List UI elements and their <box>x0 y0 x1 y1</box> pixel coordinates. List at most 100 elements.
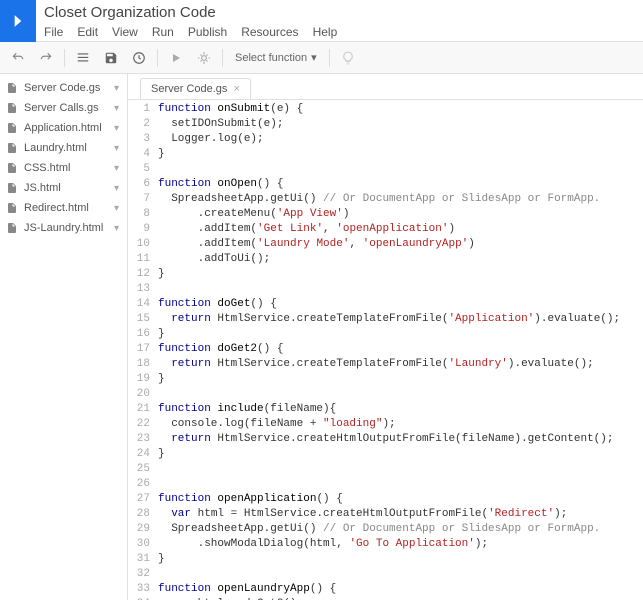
line-number: 33 <box>128 582 158 597</box>
code-line[interactable]: 7 SpreadsheetApp.getUi() // Or DocumentA… <box>128 192 643 207</box>
code-line[interactable]: 8 .createMenu('App View') <box>128 207 643 222</box>
close-icon[interactable]: × <box>233 83 239 95</box>
code-text[interactable]: SpreadsheetApp.getUi() // Or DocumentApp… <box>158 522 600 537</box>
code-text[interactable]: var html = HtmlService.createHtmlOutputF… <box>158 507 567 522</box>
code-line[interactable]: 22 console.log(fileName + "loading"); <box>128 417 643 432</box>
menu-edit[interactable]: Edit <box>77 25 98 39</box>
code-line[interactable]: 4} <box>128 147 643 162</box>
code-text[interactable]: function doGet() { <box>158 297 277 312</box>
menu-publish[interactable]: Publish <box>188 25 227 39</box>
code-line[interactable]: 30 .showModalDialog(html, 'Go To Applica… <box>128 537 643 552</box>
code-text[interactable]: } <box>158 447 165 462</box>
file-menu-icon[interactable]: ▾ <box>112 83 121 94</box>
file-item[interactable]: Redirect.html▾ <box>0 198 127 218</box>
code-line[interactable]: 3 Logger.log(e); <box>128 132 643 147</box>
file-item[interactable]: CSS.html▾ <box>0 158 127 178</box>
menu-resources[interactable]: Resources <box>241 25 298 39</box>
file-item[interactable]: Server Calls.gs▾ <box>0 98 127 118</box>
code-text[interactable]: function doGet2() { <box>158 342 283 357</box>
code-text[interactable]: .addItem('Get Link', 'openApplication') <box>158 222 455 237</box>
select-function-dropdown[interactable]: Select function ▾ <box>229 51 323 64</box>
code-text[interactable]: function openApplication() { <box>158 492 343 507</box>
code-line[interactable]: 5 <box>128 162 643 177</box>
file-item[interactable]: JS.html▾ <box>0 178 127 198</box>
menu-view[interactable]: View <box>112 25 138 39</box>
code-text[interactable]: } <box>158 552 165 567</box>
code-line[interactable]: 14function doGet() { <box>128 297 643 312</box>
apps-script-logo[interactable] <box>0 0 36 42</box>
code-line[interactable]: 17function doGet2() { <box>128 342 643 357</box>
code-text[interactable]: return HtmlService.createHtmlOutputFromF… <box>158 432 613 447</box>
code-line[interactable]: 24} <box>128 447 643 462</box>
code-line[interactable]: 12} <box>128 267 643 282</box>
code-line[interactable]: 9 .addItem('Get Link', 'openApplication'… <box>128 222 643 237</box>
code-line[interactable]: 32 <box>128 567 643 582</box>
code-line[interactable]: 25 <box>128 462 643 477</box>
code-line[interactable]: 1function onSubmit(e) { <box>128 102 643 117</box>
code-text[interactable]: .createMenu('App View') <box>158 207 349 222</box>
tab-server-code[interactable]: Server Code.gs × <box>140 78 251 99</box>
code-text[interactable]: return HtmlService.createTemplateFromFil… <box>158 357 594 372</box>
line-number: 17 <box>128 342 158 357</box>
code-text[interactable]: .showModalDialog(html, 'Go To Applicatio… <box>158 537 488 552</box>
menu-run[interactable]: Run <box>152 25 174 39</box>
file-item[interactable]: Server Code.gs▾ <box>0 78 127 98</box>
code-line[interactable]: 23 return HtmlService.createHtmlOutputFr… <box>128 432 643 447</box>
code-text[interactable]: SpreadsheetApp.getUi() // Or DocumentApp… <box>158 192 600 207</box>
code-line[interactable]: 31} <box>128 552 643 567</box>
file-menu-icon[interactable]: ▾ <box>112 143 121 154</box>
file-menu-icon[interactable]: ▾ <box>112 103 121 114</box>
code-text[interactable]: .addToUi(); <box>158 252 270 267</box>
code-line[interactable]: 29 SpreadsheetApp.getUi() // Or Document… <box>128 522 643 537</box>
code-line[interactable]: 15 return HtmlService.createTemplateFrom… <box>128 312 643 327</box>
code-line[interactable]: 10 .addItem('Laundry Mode', 'openLaundry… <box>128 237 643 252</box>
code-line[interactable]: 26 <box>128 477 643 492</box>
code-text[interactable]: function include(fileName){ <box>158 402 336 417</box>
code-line[interactable]: 27function openApplication() { <box>128 492 643 507</box>
menu-file[interactable]: File <box>44 25 63 39</box>
code-line[interactable]: 20 <box>128 387 643 402</box>
file-item[interactable]: JS-Laundry.html▾ <box>0 218 127 238</box>
code-text[interactable]: Logger.log(e); <box>158 132 264 147</box>
code-line[interactable]: 33function openLaundryApp() { <box>128 582 643 597</box>
code-line[interactable]: 28 var html = HtmlService.createHtmlOutp… <box>128 507 643 522</box>
run-button[interactable] <box>164 46 188 70</box>
indent-button[interactable] <box>71 46 95 70</box>
code-text[interactable]: } <box>158 267 165 282</box>
menu-help[interactable]: Help <box>313 25 338 39</box>
file-menu-icon[interactable]: ▾ <box>112 203 121 214</box>
code-text[interactable]: function onOpen() { <box>158 177 283 192</box>
line-number: 30 <box>128 537 158 552</box>
code-text[interactable]: function openLaundryApp() { <box>158 582 336 597</box>
project-title[interactable]: Closet Organization Code <box>44 4 643 21</box>
code-line[interactable]: 6function onOpen() { <box>128 177 643 192</box>
code-text[interactable]: function onSubmit(e) { <box>158 102 303 117</box>
file-item[interactable]: Laundry.html▾ <box>0 138 127 158</box>
code-line[interactable]: 2 setIDOnSubmit(e); <box>128 117 643 132</box>
file-item[interactable]: Application.html▾ <box>0 118 127 138</box>
redo-button[interactable] <box>34 46 58 70</box>
file-menu-icon[interactable]: ▾ <box>112 183 121 194</box>
clock-button[interactable] <box>127 46 151 70</box>
code-line[interactable]: 18 return HtmlService.createTemplateFrom… <box>128 357 643 372</box>
code-line[interactable]: 11 .addToUi(); <box>128 252 643 267</box>
code-line[interactable]: 21function include(fileName){ <box>128 402 643 417</box>
file-menu-icon[interactable]: ▾ <box>112 123 121 134</box>
code-text[interactable]: return HtmlService.createTemplateFromFil… <box>158 312 620 327</box>
debug-button[interactable] <box>192 46 216 70</box>
code-text[interactable]: setIDOnSubmit(e); <box>158 117 283 132</box>
lightbulb-button[interactable] <box>336 46 360 70</box>
code-text[interactable]: } <box>158 327 165 342</box>
code-line[interactable]: 16} <box>128 327 643 342</box>
code-text[interactable]: .addItem('Laundry Mode', 'openLaundryApp… <box>158 237 475 252</box>
file-menu-icon[interactable]: ▾ <box>112 223 121 234</box>
code-text[interactable]: } <box>158 147 165 162</box>
code-text[interactable]: console.log(fileName + "loading"); <box>158 417 396 432</box>
code-text[interactable]: } <box>158 372 165 387</box>
code-line[interactable]: 13 <box>128 282 643 297</box>
save-button[interactable] <box>99 46 123 70</box>
code-editor[interactable]: 1function onSubmit(e) {2 setIDOnSubmit(e… <box>128 100 643 600</box>
undo-button[interactable] <box>6 46 30 70</box>
file-menu-icon[interactable]: ▾ <box>112 163 121 174</box>
code-line[interactable]: 19} <box>128 372 643 387</box>
